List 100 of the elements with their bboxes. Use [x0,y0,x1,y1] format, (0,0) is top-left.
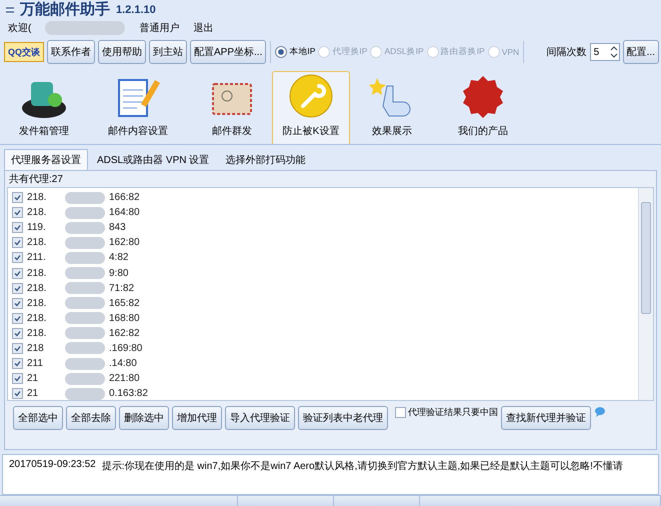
checkbox[interactable] [12,268,23,279]
checkbox[interactable] [12,388,23,400]
redacted-address [65,252,105,264]
radio-label: 路由器换IP [440,46,485,58]
proxy-address-start: 218. [27,192,48,204]
redacted-address [65,222,105,234]
redacted-address [65,372,105,385]
radio-label: 代理换IP [332,46,368,58]
action-button[interactable]: 全部去除 [66,406,116,430]
config-button[interactable]: 配置... [622,40,659,64]
proxy-address-start: 218. [27,207,48,218]
redacted-address [65,206,105,219]
proxy-address-start: 218. [27,312,48,324]
log-time: 20170519-09:23:52 [9,459,96,472]
redacted-address [65,236,105,249]
scrollbar[interactable] [638,188,653,400]
redacted-address [65,312,105,324]
proxy-address-end: 164:80 [109,207,140,218]
proxy-address-end: 9:80 [109,268,128,279]
checkbox[interactable] [12,358,23,370]
action-button[interactable]: 删除选中 [119,406,169,430]
checkbox[interactable] [12,342,23,354]
proxy-address-start: 218. [27,328,48,339]
menu-item[interactable]: 退出 [193,21,214,35]
checkbox[interactable] [12,222,23,234]
wrench-icon [287,72,335,120]
proxy-address-end: 162:80 [109,237,140,248]
checkbox[interactable] [12,282,23,294]
redacted-address [65,327,105,340]
proxy-address-end: .169:80 [109,342,142,354]
redacted-address [65,342,105,354]
proxy-address-start: 211. [27,252,47,264]
checkbox-label: 代理验证结果只要中国 [408,406,498,419]
proxy-address-end: 168:80 [109,312,140,324]
tab[interactable]: ADSL或路由器 VPN 设置 [90,149,216,170]
menu-icon[interactable] [6,6,14,12]
toolbar-button[interactable]: 联系作者 [47,40,96,64]
proxy-address-start: 218. [27,268,48,279]
ribbon-button[interactable]: 效果展示 [350,71,434,144]
menu-item[interactable]: 欢迎( [8,21,32,35]
proxy-address-end: .14:80 [109,358,137,370]
proxy-address-start: 211 [27,358,44,370]
redacted-address [65,358,105,370]
proxy-address-end: 71:82 [109,282,134,294]
ribbon-button[interactable]: 我们的产品 [434,71,532,144]
proxy-address-start: 218. [27,298,48,309]
qq-chat-button[interactable]: QQ交谈 [4,42,44,62]
tab[interactable]: 代理服务器设置 [4,149,88,170]
action-button[interactable]: 增加代理 [172,406,222,430]
proxy-address-start: 119. [27,222,47,234]
proxy-address-end: 4:82 [109,252,128,264]
find-proxy-button[interactable]: 查找新代理并验证 [501,406,591,430]
checkbox[interactable] [12,328,23,339]
toolbar-button[interactable]: 到主站 [149,40,188,64]
radio-label: 本地IP [289,46,316,58]
action-button[interactable]: 验证列表中老代理 [298,406,388,430]
redacted-address [65,192,105,204]
ribbon-button[interactable]: 发件箱管理 [4,71,84,144]
ribbon-button[interactable]: 防止被K设置 [272,71,350,144]
proxy-address-start: 21 [27,388,40,400]
redacted-address [65,297,105,310]
redacted-address [65,267,105,280]
log-message: 提示:你现在使用的是 win7,如果你不是win7 Aero默认风格,请切换到官方默认主题,如果已经是默认主题可以忽略!不懂请 [102,460,623,474]
proxy-address-end: 0.163:82 [109,388,148,400]
window-title: 万能邮件助手 [20,0,110,19]
tab[interactable]: 选择外部打码功能 [218,149,312,170]
action-button[interactable]: 全部选中 [13,406,63,430]
proxy-count: 共有代理:27 [8,172,64,187]
proxy-address-end: 166:82 [109,192,140,204]
radio-label: ADSL换IP [384,46,424,58]
proxy-address-start: 218 [27,342,45,354]
proxy-address-end: 162:82 [109,328,140,339]
proxy-address-start: 218. [27,282,48,294]
version-label: 1.2.1.10 [116,4,156,16]
checkbox[interactable] [395,407,406,418]
new-badge-icon [460,74,506,120]
proxy-address-start: 21 [27,373,40,384]
radio-button[interactable] [275,46,288,58]
ribbon-button[interactable]: 邮件群发 [192,71,272,144]
toolbar-button[interactable]: 使用帮助 [98,40,146,64]
ribbon-button[interactable]: 邮件内容设置 [84,71,192,144]
checkbox[interactable] [12,252,23,264]
menu-item[interactable]: 普通用户 [139,21,180,35]
action-button[interactable]: 导入代理验证 [225,406,295,430]
radio-label: VPN [502,47,520,57]
checkbox[interactable] [12,237,23,248]
proxy-address-start: 218. [27,237,48,248]
toolbar-button[interactable]: 配置APP坐标... [190,40,266,64]
proxy-address-end: 843 [109,222,126,234]
checkbox[interactable] [12,373,23,384]
checkbox[interactable] [12,298,23,309]
checkbox[interactable] [12,192,23,204]
redacted-address [65,388,105,400]
checkbox[interactable] [12,207,23,218]
proxy-address-end: 221:80 [109,373,140,384]
checkbox[interactable] [12,312,23,324]
redacted-address [65,282,105,294]
interval-label: 间隔次数 [546,46,587,59]
proxy-address-end: 165:82 [109,298,140,309]
interval-spinner[interactable]: 5 [590,43,620,61]
